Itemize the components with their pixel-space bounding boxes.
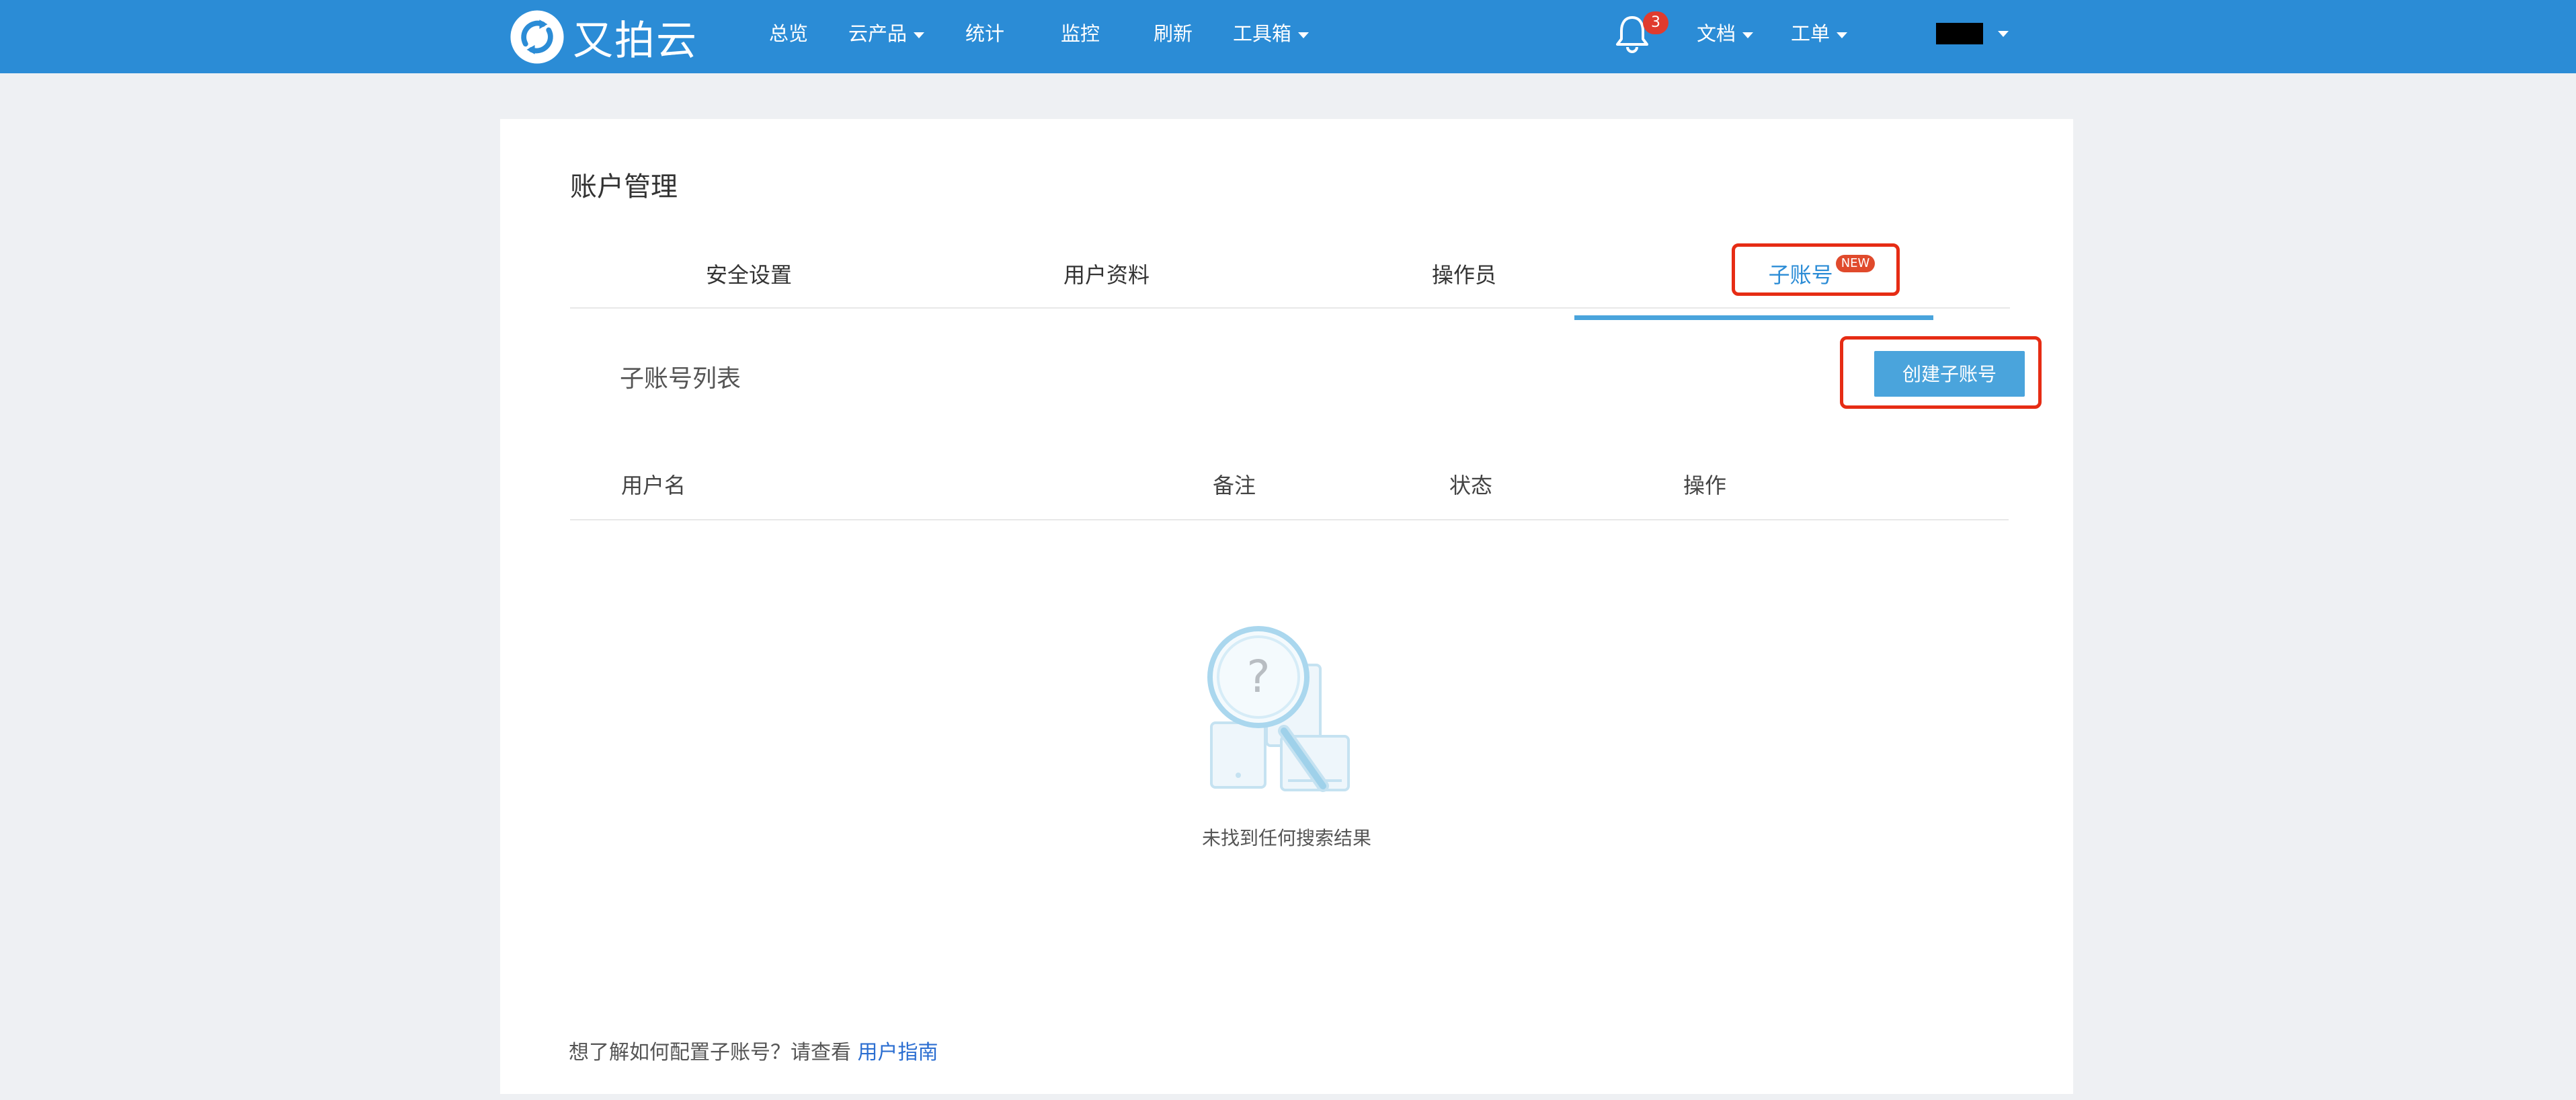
nav-statistics[interactable]: 统计 <box>965 0 1004 67</box>
nav-statistics-label: 统计 <box>965 22 1005 45</box>
user-guide-link[interactable]: 用户指南 <box>858 1041 938 1064</box>
nav-refresh-label: 刷新 <box>1154 22 1193 45</box>
nav-monitor[interactable]: 监控 <box>1061 0 1100 67</box>
column-header-username: 用户名 <box>621 473 686 498</box>
tab-user-profile[interactable]: 用户资料 <box>928 240 1285 307</box>
nav-cloud-products-label: 云产品 <box>848 22 908 45</box>
logo-text: 又拍云 <box>573 17 698 65</box>
nav-docs[interactable]: 文档 <box>1697 0 1754 67</box>
section-title: 子账号列表 <box>620 365 741 393</box>
notification-badge: 3 <box>1643 11 1668 34</box>
nav-overview[interactable]: 总览 <box>769 0 808 67</box>
tab-security-settings[interactable]: 安全设置 <box>570 240 928 307</box>
nav-cloud-products[interactable]: 云产品 <box>848 0 925 67</box>
highlight-box-tab <box>1732 243 1900 296</box>
magnifier-question-icon: ? <box>1207 626 1350 792</box>
footer-help-note: 想了解如何配置子账号？请查看 用户指南 <box>569 1035 938 1065</box>
chevron-down-icon <box>1837 32 1848 38</box>
tab-security-settings-label: 安全设置 <box>705 262 792 288</box>
nav-monitor-label: 监控 <box>1061 22 1100 45</box>
nav-toolbox[interactable]: 工具箱 <box>1233 0 1310 67</box>
logo[interactable]: 又拍云 <box>508 3 698 71</box>
user-menu-chevron-icon[interactable] <box>1998 31 2009 37</box>
tab-operators[interactable]: 操作员 <box>1285 240 1643 307</box>
tab-operators-label: 操作员 <box>1431 262 1496 288</box>
svg-text:?: ? <box>1246 651 1270 703</box>
empty-state-text: 未找到任何搜索结果 <box>1201 827 1371 849</box>
chevron-down-icon <box>1298 32 1310 38</box>
top-navbar: 又拍云 总览 云产品 统计 监控 刷新 工具箱 3 文档 工单 <box>0 0 2576 73</box>
page-title: 账户管理 <box>570 171 678 202</box>
nav-toolbox-label: 工具箱 <box>1233 22 1292 45</box>
column-header-actions: 操作 <box>1683 473 1727 498</box>
nav-tickets[interactable]: 工单 <box>1791 0 1848 67</box>
table-header-divider <box>570 519 2009 520</box>
column-header-remarks: 备注 <box>1213 473 1256 498</box>
chevron-down-icon <box>1742 32 1754 38</box>
tab-user-profile-label: 用户资料 <box>1063 262 1150 288</box>
highlight-box-button <box>1840 336 2042 409</box>
active-tab-underline <box>1574 315 1933 320</box>
column-header-status: 状态 <box>1449 473 1493 498</box>
nav-overview-label: 总览 <box>769 22 809 45</box>
nav-tickets-label: 工单 <box>1791 22 1830 45</box>
redacted-username[interactable] <box>1936 23 1983 44</box>
upyun-logo-icon <box>510 10 564 64</box>
chevron-down-icon <box>914 32 925 38</box>
nav-docs-label: 文档 <box>1697 22 1736 45</box>
nav-refresh[interactable]: 刷新 <box>1154 0 1193 67</box>
footer-help-text: 想了解如何配置子账号？请查看 <box>569 1041 851 1064</box>
account-management-card: 账户管理 安全设置 用户资料 操作员 子账号 NEW 子账号列表 创建子账号 用户… <box>500 119 2073 1094</box>
